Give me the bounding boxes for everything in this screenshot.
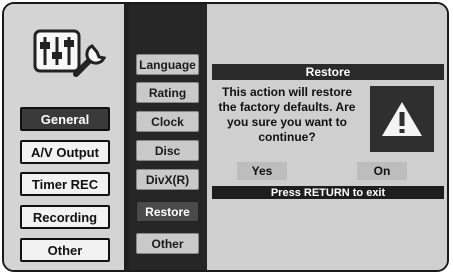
submenu-divx[interactable]: DivX(R): [136, 169, 199, 190]
menu-recording[interactable]: Recording: [20, 205, 110, 229]
yes-button[interactable]: Yes: [237, 162, 287, 180]
submenu-panel: Language Rating Clock Disc DivX(R) Resto…: [129, 4, 207, 270]
setup-menu-frame: General A/V Output Timer REC Recording O…: [2, 2, 449, 272]
submenu-disc[interactable]: Disc: [136, 140, 199, 161]
submenu-language[interactable]: Language: [136, 54, 199, 75]
dialog-message-line: This action will restore: [221, 85, 353, 99]
warning-box: [370, 86, 434, 152]
menu-other[interactable]: Other: [20, 238, 110, 262]
submenu-clock[interactable]: Clock: [136, 111, 199, 132]
dialog-message-line: continue?: [258, 130, 316, 144]
settings-sliders-wrench-icon: [33, 29, 107, 77]
dialog-message: This action will restore the factory def…: [212, 85, 362, 145]
menu-av-output[interactable]: A/V Output: [20, 140, 110, 164]
submenu-restore[interactable]: Restore: [136, 201, 199, 222]
submenu-rating[interactable]: Rating: [136, 82, 199, 103]
no-button[interactable]: On: [357, 162, 407, 180]
return-hint-bar: Press RETURN to exit: [212, 186, 444, 199]
restore-dialog-panel: Restore This action will restore the fac…: [207, 4, 447, 270]
menu-timer-rec[interactable]: Timer REC: [20, 172, 110, 196]
submenu-other[interactable]: Other: [136, 233, 199, 254]
menu-general[interactable]: General: [20, 107, 110, 131]
warning-triangle-icon: [382, 102, 422, 136]
dialog-message-line: you sure you want to: [226, 115, 347, 129]
main-menu-panel: General A/V Output Timer REC Recording O…: [4, 4, 124, 270]
dialog-title: Restore: [212, 64, 444, 80]
dialog-message-line: the factory defaults. Are: [218, 100, 356, 114]
